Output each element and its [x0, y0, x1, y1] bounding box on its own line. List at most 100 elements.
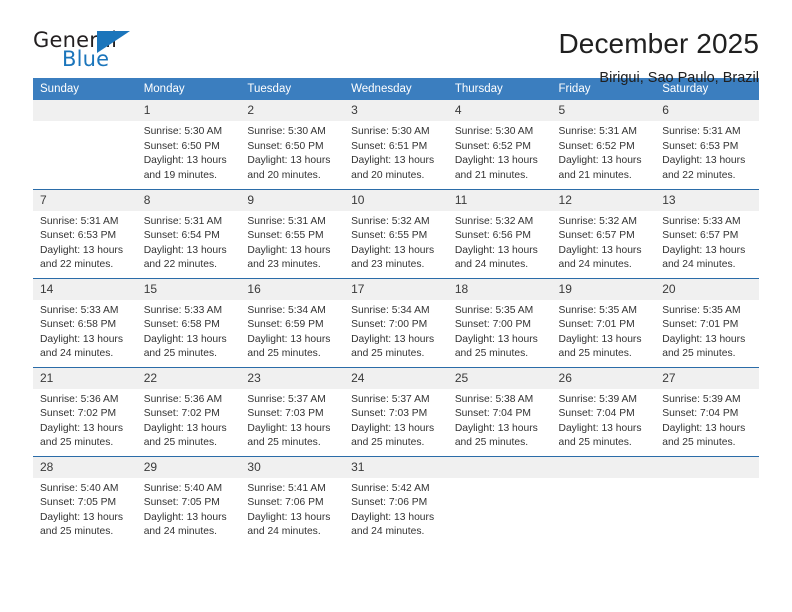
general-blue-logo[interactable]: General Blue [33, 28, 163, 74]
weekday-header-wednesday: Wednesday [344, 78, 448, 100]
calendar-day-cell[interactable]: 30 Sunrise: 5:41 AM Sunset: 7:06 PM Dayligh… [240, 456, 345, 545]
daylight-text: Daylight: 13 hours and 21 minutes. [454, 155, 538, 181]
calendar-day-cell[interactable]: 5 Sunrise: 5:31 AM Sunset: 6:52 PM Daylight… [551, 100, 656, 190]
page-title: December 2025 [558, 28, 759, 59]
sunrise-text: Sunrise: 5:33 AM [40, 304, 119, 316]
calendar-day-cell[interactable]: 3 Sunrise: 5:30 AM Sunset: 6:51 PM Daylight… [344, 100, 448, 190]
calendar-day-cell[interactable] [551, 456, 656, 545]
sunrise-text: Sunrise: 5:31 AM [662, 126, 741, 137]
sunset-text: Sunset: 6:58 PM [40, 319, 117, 331]
calendar-day-cell[interactable]: 4 Sunrise: 5:30 AM Sunset: 6:52 PM Daylight… [447, 100, 552, 190]
sunset-text: Sunset: 7:01 PM [558, 319, 635, 331]
calendar-day-cell[interactable]: 7 Sunrise: 5:31 AM Sunset: 6:53 PM Daylight… [33, 189, 137, 279]
sunset-text: Sunset: 6:57 PM [558, 230, 635, 242]
calendar-day-cell[interactable]: 6 Sunrise: 5:31 AM Sunset: 6:53 PM Daylight… [655, 100, 759, 190]
day-sun-info: Sunrise: 5:31 AM Sunset: 6:53 PM Daylight:… [655, 121, 759, 183]
daylight-text: Daylight: 13 hours and 24 minutes. [558, 244, 642, 271]
day-sun-info: Sunrise: 5:32 AM Sunset: 6:56 PM Daylight:… [448, 211, 552, 273]
daylight-text: Daylight: 13 hours and 22 minutes. [40, 244, 123, 271]
day-number: 6 [655, 100, 759, 121]
calendar-day-cell[interactable]: 26 Sunrise: 5:39 AM Sunset: 7:04 PM Dayligh… [551, 367, 656, 457]
sunset-text: Sunset: 6:50 PM [143, 140, 220, 152]
calendar-day-cell[interactable]: 25 Sunrise: 5:38 AM Sunset: 7:04 PM Dayligh… [447, 367, 552, 457]
sunset-text: Sunset: 6:59 PM [247, 319, 324, 331]
calendar-day-cell[interactable]: 20 Sunrise: 5:35 AM Sunset: 7:01 PM Dayligh… [655, 278, 759, 368]
day-cell: 23 Sunrise: 5:37 AM Sunset: 7:03 PM Dayligh… [240, 367, 345, 456]
calendar-day-cell[interactable]: 9 Sunrise: 5:31 AM Sunset: 6:55 PM Daylight… [240, 189, 345, 279]
calendar-day-cell[interactable]: 29 Sunrise: 5:40 AM Sunset: 7:05 PM Dayligh… [136, 456, 241, 546]
day-cell-empty [655, 456, 759, 546]
calendar-day-cell[interactable]: 16 Sunrise: 5:34 AM Sunset: 6:59 PM Dayligh… [240, 278, 345, 368]
calendar-day-cell[interactable] [33, 100, 137, 190]
calendar-day-cell[interactable]: 19 Sunrise: 5:35 AM Sunset: 7:01 PM Dayligh… [551, 278, 656, 368]
calendar-day-cell[interactable]: 22 Sunrise: 5:36 AM Sunset: 7:02 PM Dayligh… [136, 367, 241, 457]
day-cell: 8 Sunrise: 5:31 AM Sunset: 6:54 PM Daylight… [136, 189, 241, 278]
calendar-day-cell[interactable] [447, 456, 552, 545]
sunrise-text: Sunrise: 5:39 AM [558, 393, 637, 405]
day-cell: 4 Sunrise: 5:30 AM Sunset: 6:52 PM Daylight… [447, 100, 552, 189]
daylight-text: Daylight: 13 hours and 25 minutes. [454, 422, 538, 449]
sunrise-text: Sunrise: 5:34 AM [351, 304, 430, 316]
day-number: 31 [344, 456, 448, 478]
day-cell-empty [33, 100, 137, 189]
daylight-text: Daylight: 13 hours and 25 minutes. [454, 333, 538, 360]
calendar-day-cell[interactable]: 24 Sunrise: 5:37 AM Sunset: 7:03 PM Dayligh… [344, 367, 448, 457]
daylight-text: Daylight: 13 hours and 24 minutes. [143, 511, 227, 538]
day-number: 9 [240, 189, 345, 211]
sunrise-text: Sunrise: 5:34 AM [247, 304, 326, 316]
day-number: 28 [33, 456, 137, 478]
calendar-day-cell[interactable]: 14 Sunrise: 5:33 AM Sunset: 6:58 PM Dayligh… [33, 278, 137, 368]
calendar-day-cell[interactable] [655, 456, 759, 545]
daylight-text: Daylight: 13 hours and 25 minutes. [40, 422, 123, 449]
day-cell: 10 Sunrise: 5:32 AM Sunset: 6:55 PM Dayligh… [344, 189, 448, 278]
daylight-text: Daylight: 13 hours and 25 minutes. [351, 422, 435, 449]
day-sun-info: Sunrise: 5:34 AM Sunset: 7:00 PM Daylight:… [344, 300, 448, 362]
calendar-day-cell[interactable]: 1 Sunrise: 5:30 AM Sunset: 6:50 PM Daylight… [136, 100, 241, 190]
sunrise-text: Sunrise: 5:31 AM [247, 215, 326, 227]
calendar-day-cell[interactable]: 21 Sunrise: 5:36 AM Sunset: 7:02 PM Dayligh… [33, 367, 137, 457]
logo-secondary-text: Blue [62, 47, 110, 71]
day-sun-info: Sunrise: 5:38 AM Sunset: 7:04 PM Daylight:… [448, 389, 552, 451]
calendar-day-cell[interactable]: 18 Sunrise: 5:35 AM Sunset: 7:00 PM Dayligh… [447, 278, 552, 368]
calendar-day-cell[interactable]: 28 Sunrise: 5:40 AM Sunset: 7:05 PM Dayligh… [33, 456, 137, 545]
sunset-text: Sunset: 6:56 PM [454, 230, 531, 242]
day-sun-info: Sunrise: 5:34 AM Sunset: 6:59 PM Daylight:… [240, 300, 344, 362]
daylight-text: Daylight: 13 hours and 24 minutes. [351, 511, 435, 538]
day-sun-info: Sunrise: 5:31 AM Sunset: 6:55 PM Daylight:… [240, 211, 344, 273]
calendar-day-cell[interactable]: 11 Sunrise: 5:32 AM Sunset: 6:56 PM Dayligh… [447, 189, 552, 279]
sunset-text: Sunset: 6:53 PM [40, 230, 117, 242]
calendar-day-cell[interactable]: 8 Sunrise: 5:31 AM Sunset: 6:54 PM Daylight… [136, 189, 241, 279]
day-cell: 20 Sunrise: 5:35 AM Sunset: 7:01 PM Dayligh… [655, 278, 759, 367]
calendar-day-cell[interactable]: 17 Sunrise: 5:34 AM Sunset: 7:00 PM Dayligh… [344, 278, 448, 368]
day-number [551, 456, 656, 478]
day-sun-info: Sunrise: 5:39 AM Sunset: 7:04 PM Daylight:… [552, 389, 656, 451]
day-number: 24 [344, 367, 448, 389]
day-cell: 22 Sunrise: 5:36 AM Sunset: 7:02 PM Dayligh… [136, 367, 241, 456]
sunset-text: Sunset: 6:57 PM [662, 230, 739, 242]
calendar-day-cell[interactable]: 10 Sunrise: 5:32 AM Sunset: 6:55 PM Dayligh… [344, 189, 448, 279]
sunrise-text: Sunrise: 5:33 AM [662, 215, 741, 227]
day-number: 27 [655, 367, 759, 389]
sunrise-text: Sunrise: 5:30 AM [247, 126, 326, 137]
calendar-day-cell[interactable]: 27 Sunrise: 5:39 AM Sunset: 7:04 PM Dayligh… [655, 367, 759, 457]
day-cell: 13 Sunrise: 5:33 AM Sunset: 6:57 PM Dayligh… [655, 189, 759, 278]
calendar-day-cell[interactable]: 13 Sunrise: 5:33 AM Sunset: 6:57 PM Dayligh… [655, 189, 759, 279]
day-sun-info: Sunrise: 5:40 AM Sunset: 7:05 PM Daylight:… [137, 478, 241, 540]
daylight-text: Daylight: 13 hours and 23 minutes. [351, 244, 435, 271]
calendar-day-cell[interactable]: 12 Sunrise: 5:32 AM Sunset: 6:57 PM Dayligh… [551, 189, 656, 279]
day-cell: 29 Sunrise: 5:40 AM Sunset: 7:05 PM Dayligh… [136, 456, 241, 546]
day-number: 13 [655, 189, 759, 211]
calendar-day-cell[interactable]: 23 Sunrise: 5:37 AM Sunset: 7:03 PM Dayligh… [240, 367, 345, 457]
day-sun-info: Sunrise: 5:39 AM Sunset: 7:04 PM Daylight:… [655, 389, 759, 451]
daylight-text: Daylight: 13 hours and 25 minutes. [247, 422, 331, 449]
sunset-text: Sunset: 6:53 PM [662, 140, 739, 152]
calendar-day-cell[interactable]: 2 Sunrise: 5:30 AM Sunset: 6:50 PM Daylight… [240, 100, 345, 190]
calendar-day-cell[interactable]: 31 Sunrise: 5:42 AM Sunset: 7:06 PM Dayligh… [344, 456, 448, 545]
sunset-text: Sunset: 7:03 PM [247, 408, 324, 420]
calendar-week-row: 1 Sunrise: 5:30 AM Sunset: 6:50 PM Daylight… [33, 100, 759, 190]
day-sun-info: Sunrise: 5:31 AM Sunset: 6:54 PM Daylight:… [137, 211, 241, 273]
calendar-day-cell[interactable]: 15 Sunrise: 5:33 AM Sunset: 6:58 PM Dayligh… [136, 278, 241, 368]
sunrise-text: Sunrise: 5:35 AM [454, 304, 534, 316]
calendar-week-row: 14 Sunrise: 5:33 AM Sunset: 6:58 PM Dayligh… [33, 278, 759, 368]
weekday-header-thursday: Thursday [447, 78, 552, 100]
